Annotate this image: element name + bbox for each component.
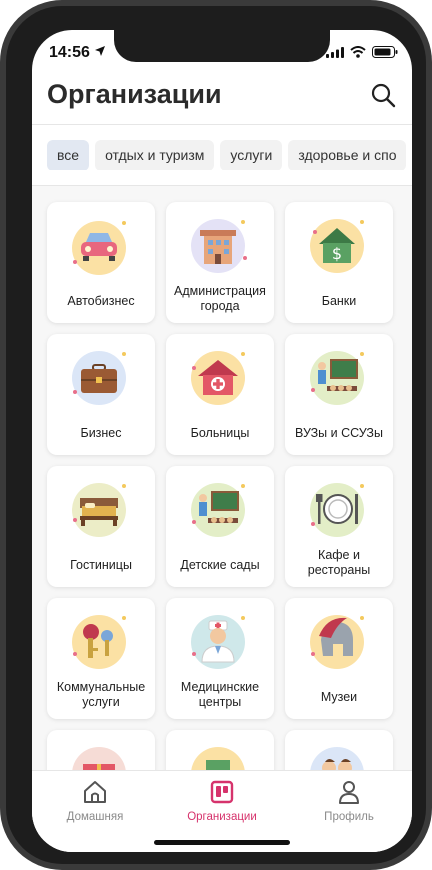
phone-frame: 14:56 Организации все отдых и туризм усл… xyxy=(0,0,432,870)
category-card-city-administration[interactable]: Администрация города xyxy=(166,202,274,323)
chip-health-sport[interactable]: здоровье и спо xyxy=(288,140,407,170)
screen: 14:56 Организации все отдых и туризм усл… xyxy=(32,30,412,852)
category-card-autobusiness[interactable]: Автобизнес xyxy=(47,202,155,323)
chip-leisure-tourism[interactable]: отдых и туризм xyxy=(95,140,215,170)
people-icon xyxy=(310,747,364,770)
tab-organizations-label: Организации xyxy=(187,811,257,823)
category-label: Администрация города xyxy=(174,284,266,313)
battery-icon xyxy=(372,46,398,58)
restaurant-plate-icon xyxy=(310,483,364,537)
doctor-icon xyxy=(191,615,245,669)
gift-icon xyxy=(72,747,126,770)
chip-services[interactable]: услуги xyxy=(220,140,283,170)
hotel-bed-icon xyxy=(72,483,126,537)
header: Организации xyxy=(32,74,412,124)
category-card-business[interactable]: Бизнес xyxy=(47,334,155,455)
car-icon xyxy=(72,221,126,275)
page-title: Организации xyxy=(47,79,222,109)
category-card-museums[interactable]: Музеи xyxy=(285,598,393,719)
status-time: 14:56 xyxy=(49,44,90,61)
hospital-icon xyxy=(191,351,245,405)
category-label: ВУЗы и ССУЗы xyxy=(295,426,383,440)
category-card[interactable] xyxy=(285,730,393,770)
wifi-icon xyxy=(350,46,366,58)
category-card-utilities[interactable]: Коммунальные услуги xyxy=(47,598,155,719)
svg-text:$: $ xyxy=(332,244,342,263)
category-label: Детские сады xyxy=(180,558,260,572)
location-arrow-icon xyxy=(95,46,105,56)
bank-icon: $ xyxy=(310,219,364,273)
category-label: Медицинские центры xyxy=(180,680,260,709)
category-card-hotels[interactable]: Гостиницы xyxy=(47,466,155,587)
category-card[interactable] xyxy=(47,730,155,770)
phone-bezel: 14:56 Организации все отдых и туризм усл… xyxy=(6,6,426,864)
category-label: Гостиницы xyxy=(70,558,132,572)
header-divider xyxy=(32,124,412,125)
category-card-universities[interactable]: ВУЗы и ССУЗы xyxy=(285,334,393,455)
home-icon xyxy=(84,781,106,803)
category-label: Автобизнес xyxy=(67,294,135,308)
category-card[interactable] xyxy=(166,730,274,770)
category-label: Банки xyxy=(321,294,357,308)
category-grid: Автобизнес Администрация города $ Банки … xyxy=(32,186,412,770)
status-indicators xyxy=(326,46,398,58)
tab-organizations[interactable]: Организации xyxy=(159,779,285,823)
tab-profile-label: Профиль xyxy=(324,811,374,823)
filter-chips: все отдых и туризм услуги здоровье и спо xyxy=(47,140,412,170)
kindergarten-icon xyxy=(191,483,245,537)
category-card-hospitals[interactable]: Больницы xyxy=(166,334,274,455)
category-label: Больницы xyxy=(190,426,250,440)
tab-home-label: Домашняя xyxy=(66,811,124,823)
briefcase-icon xyxy=(72,351,126,405)
tab-profile[interactable]: Профиль xyxy=(286,779,412,823)
organizations-board-icon xyxy=(210,780,234,804)
category-card-kindergartens[interactable]: Детские сады xyxy=(166,466,274,587)
home-indicator xyxy=(154,840,290,845)
university-icon xyxy=(310,351,364,405)
profile-icon xyxy=(339,781,359,804)
category-card-cafes[interactable]: Кафе и рестораны xyxy=(285,466,393,587)
building-icon xyxy=(191,747,245,770)
category-label: Музеи xyxy=(320,690,358,704)
helmet-icon xyxy=(310,615,364,669)
tab-home[interactable]: Домашняя xyxy=(32,779,158,823)
category-card-banks[interactable]: $ Банки xyxy=(285,202,393,323)
category-label: Кафе и рестораны xyxy=(307,548,371,577)
notch xyxy=(114,30,330,62)
signal-icon xyxy=(326,46,344,58)
category-card-medical-centers[interactable]: Медицинские центры xyxy=(166,598,274,719)
keys-icon xyxy=(72,615,126,669)
category-label: Бизнес xyxy=(80,426,122,440)
search-icon[interactable] xyxy=(370,82,396,108)
city-administration-icon xyxy=(191,219,247,273)
chip-all[interactable]: все xyxy=(47,140,90,170)
category-label: Коммунальные услуги xyxy=(56,680,146,709)
